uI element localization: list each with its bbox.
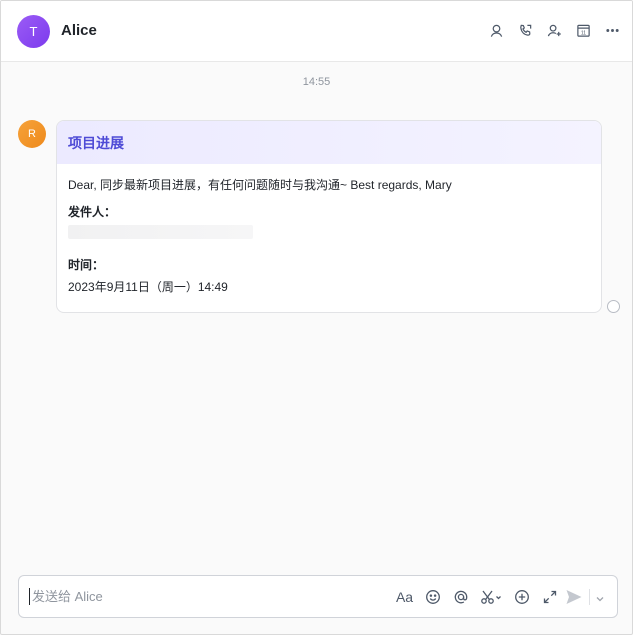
- message-card[interactable]: 项目进展 Dear, 同步最新项目进展，有任何问题随时与我沟通~ Best re…: [56, 120, 602, 313]
- card-title: 项目进展: [57, 121, 601, 164]
- message-input[interactable]: [29, 588, 369, 605]
- header-actions: 11: [487, 21, 622, 40]
- contact-name[interactable]: Alice: [61, 22, 97, 39]
- composer-toolbar: Aa: [395, 587, 559, 606]
- contact-avatar[interactable]: T: [17, 15, 50, 48]
- chat-window: T Alice 11 14:55 R 项目进展 Dear, 同步最新项目进展，有…: [0, 0, 633, 635]
- calendar-icon[interactable]: 11: [574, 21, 593, 40]
- time-label: 时间：: [68, 258, 105, 272]
- emoji-icon[interactable]: [423, 587, 442, 606]
- message-timestamp: 14:55: [302, 76, 331, 88]
- sender-label: 发件人：: [68, 205, 117, 219]
- font-tool-label: Aa: [395, 588, 414, 605]
- message-composer: Aa: [18, 575, 618, 618]
- add-icon[interactable]: [512, 587, 531, 606]
- profile-icon[interactable]: [487, 21, 506, 40]
- call-icon[interactable]: [516, 21, 535, 40]
- card-message-text: Dear, 同步最新项目进展，有任何问题随时与我沟通~ Best regards…: [68, 178, 452, 192]
- calendar-day: 11: [581, 31, 586, 37]
- send-icon[interactable]: [565, 588, 583, 606]
- chat-header: T Alice 11: [1, 1, 632, 62]
- add-member-icon[interactable]: [545, 21, 564, 40]
- sender-avatar[interactable]: R: [18, 120, 46, 148]
- screenshot-icon[interactable]: [479, 587, 503, 606]
- read-status-icon: [607, 300, 620, 313]
- more-icon[interactable]: [603, 21, 622, 40]
- sender-value-redacted: [68, 225, 253, 239]
- chevron-down-icon[interactable]: [595, 591, 605, 602]
- font-icon[interactable]: Aa: [395, 587, 414, 606]
- card-body: Dear, 同步最新项目进展，有任何问题随时与我沟通~ Best regards…: [57, 164, 601, 296]
- time-value: 2023年9月11日（周一）14:49: [68, 280, 228, 294]
- mention-icon[interactable]: [451, 587, 470, 606]
- expand-icon[interactable]: [540, 587, 559, 606]
- composer-divider: [589, 589, 590, 605]
